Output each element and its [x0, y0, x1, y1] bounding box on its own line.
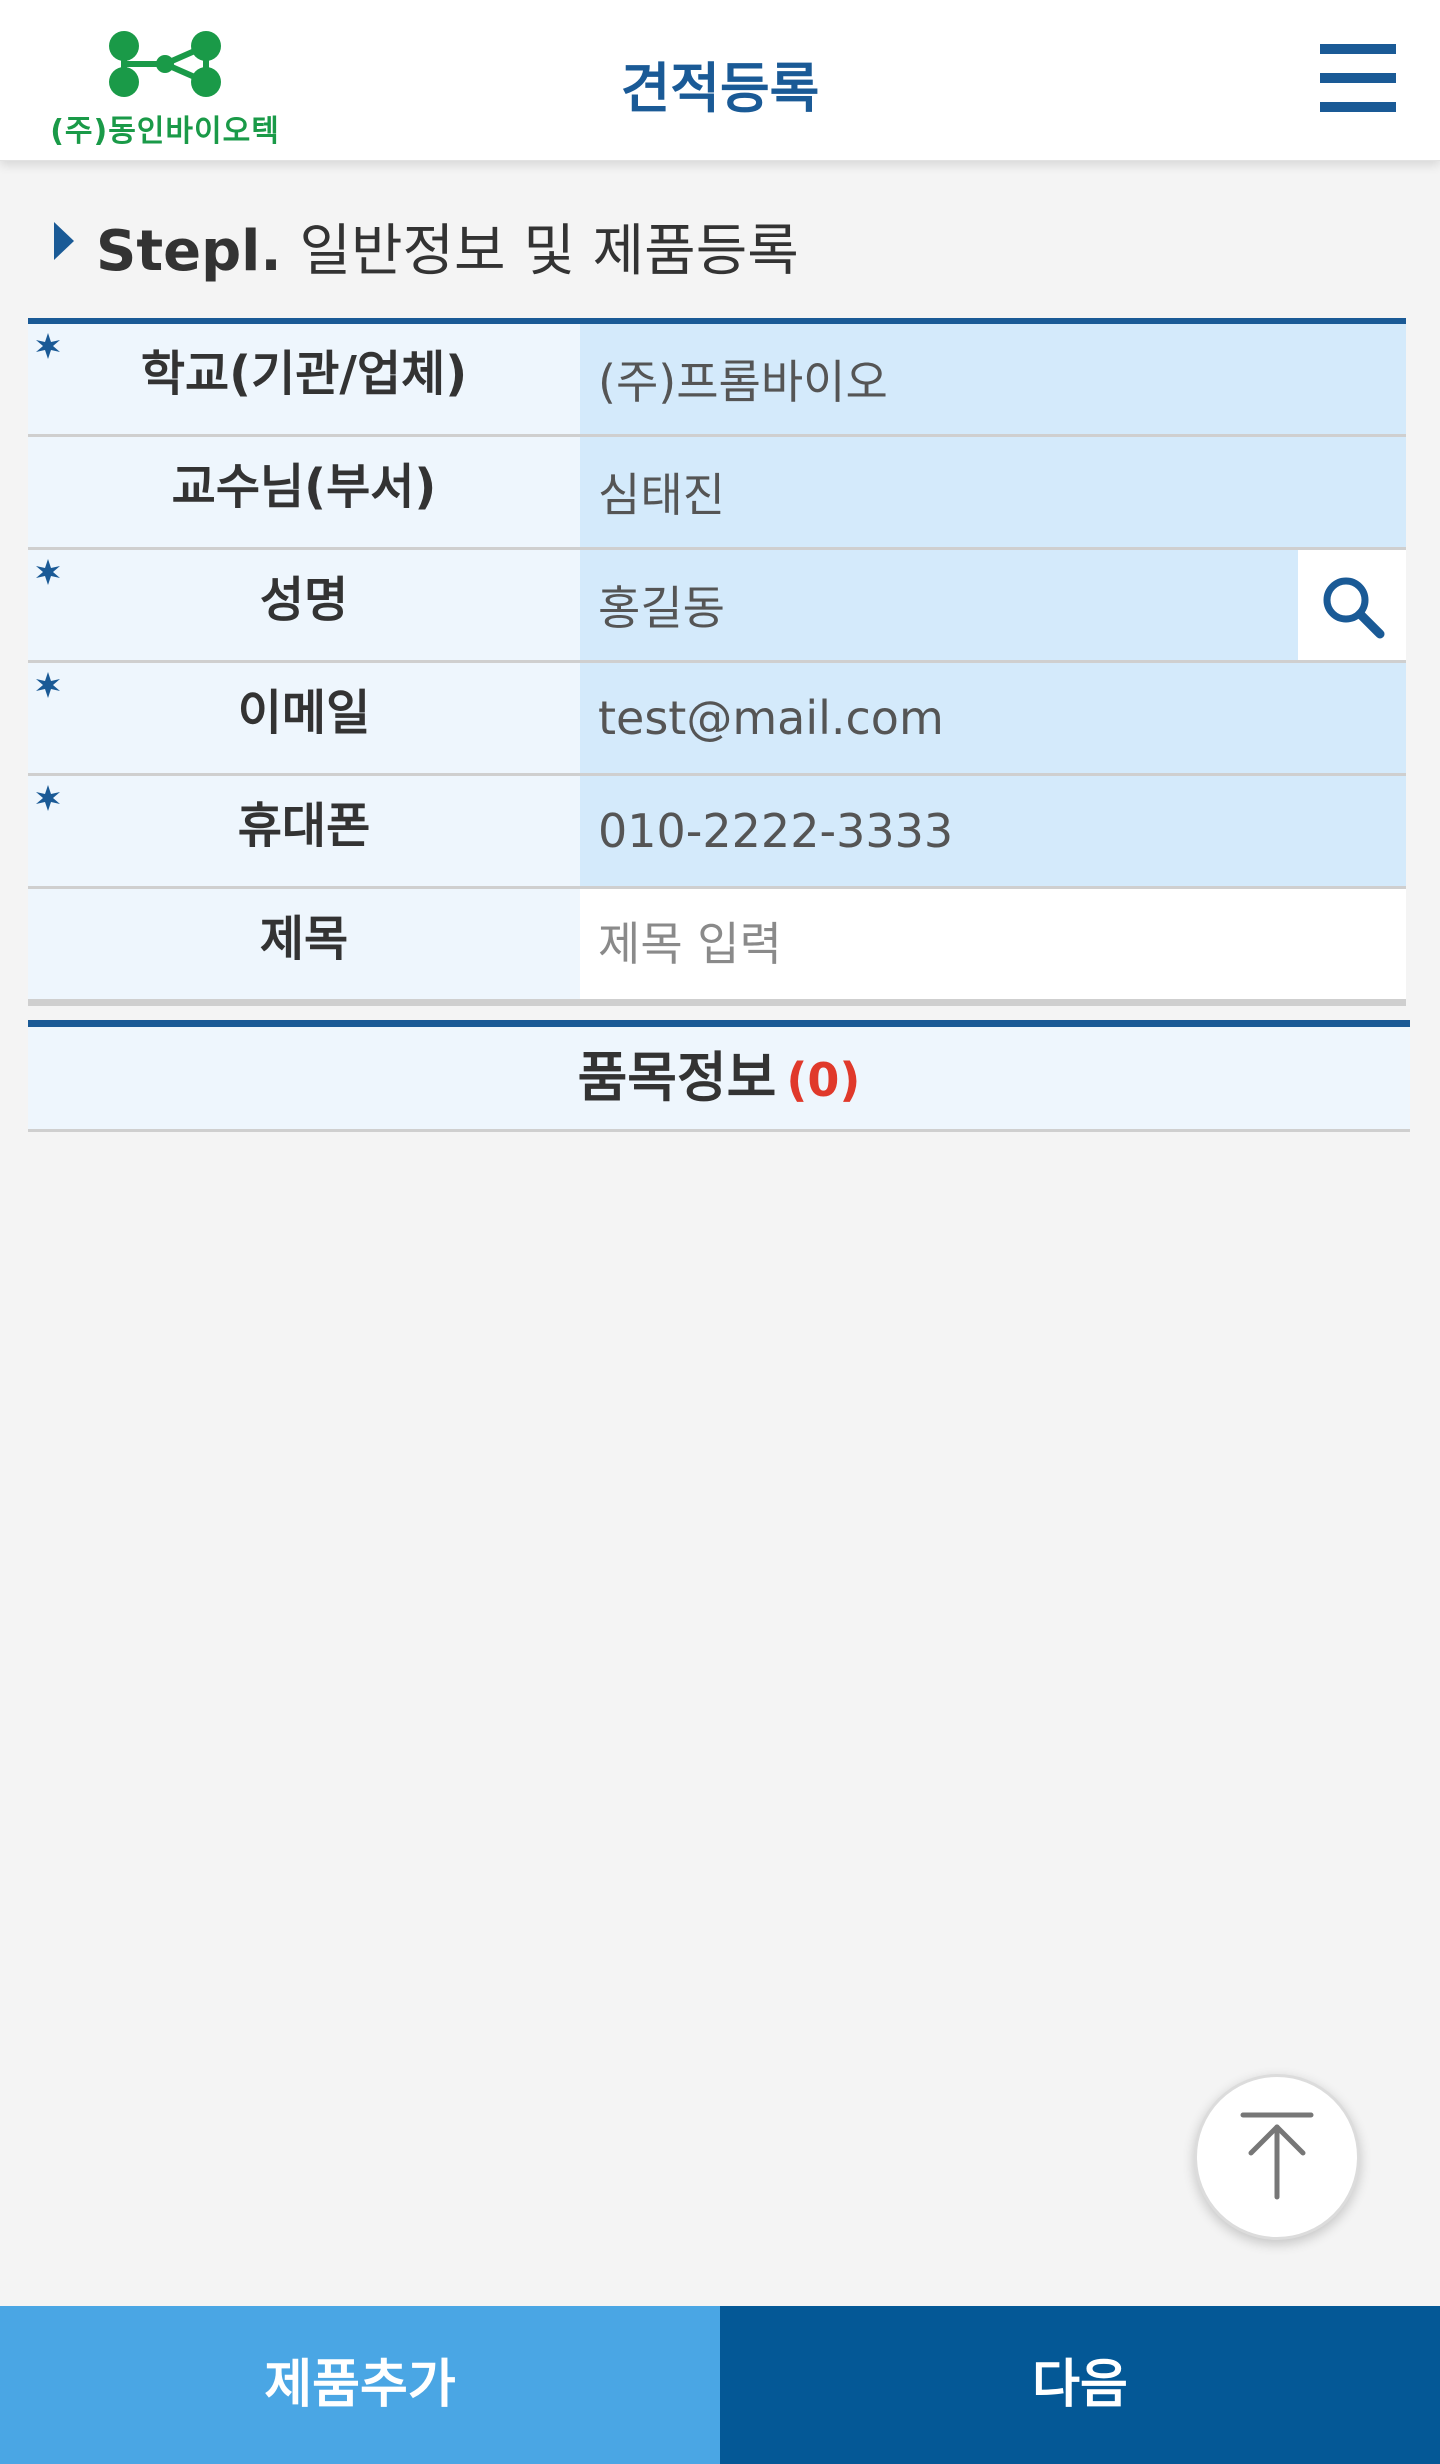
items-title: 품목정보 — [577, 1046, 777, 1109]
form-row-school: 학교(기관/업체) — [28, 324, 1406, 437]
form-row-email: 이메일 — [28, 663, 1406, 776]
school-input[interactable] — [580, 324, 1406, 434]
app-header: (주)동인바이오텍 견적등록 — [0, 0, 1440, 161]
name-input[interactable] — [580, 550, 1298, 660]
email-input[interactable] — [580, 663, 1406, 773]
step-label: 일반정보 및 제품등록 — [299, 219, 799, 284]
phone-input[interactable] — [580, 776, 1406, 886]
arrow-up-icon — [1240, 2112, 1314, 2200]
next-button[interactable]: 다음 — [720, 2306, 1440, 2464]
professor-input[interactable] — [580, 437, 1406, 547]
quote-form: 학교(기관/업체) 교수님(부서) 성명 이메일 — [28, 318, 1406, 1006]
add-product-button[interactable]: 제품추가 — [0, 2306, 720, 2464]
hamburger-menu-icon[interactable] — [1320, 42, 1396, 114]
search-button[interactable] — [1298, 550, 1406, 660]
items-header: 품목정보 (0) — [28, 1020, 1410, 1132]
step-title: Stepl. 일반정보 및 제품등록 — [96, 206, 799, 287]
school-label: 학교(기관/업체) — [140, 346, 468, 402]
email-label: 이메일 — [237, 685, 371, 741]
step-prefix: Stepl. — [96, 219, 282, 284]
name-label: 성명 — [259, 572, 349, 628]
items-count: (0) — [786, 1053, 861, 1107]
page-title: 견적등록 — [620, 57, 820, 120]
scroll-to-top-button[interactable] — [1194, 2074, 1360, 2240]
phone-label: 휴대폰 — [237, 798, 371, 854]
bottom-action-bar: 제품추가 다음 — [0, 2306, 1440, 2464]
professor-label: 교수님(부서) — [171, 459, 437, 515]
form-row-phone: 휴대폰 — [28, 776, 1406, 889]
caret-right-icon — [54, 222, 74, 260]
subject-label: 제목 — [259, 911, 349, 967]
form-row-subject: 제목 — [28, 889, 1406, 1006]
subject-input[interactable] — [580, 889, 1406, 999]
search-icon — [1323, 577, 1385, 639]
form-row-professor: 교수님(부서) — [28, 437, 1406, 550]
form-row-name: 성명 — [28, 550, 1406, 663]
